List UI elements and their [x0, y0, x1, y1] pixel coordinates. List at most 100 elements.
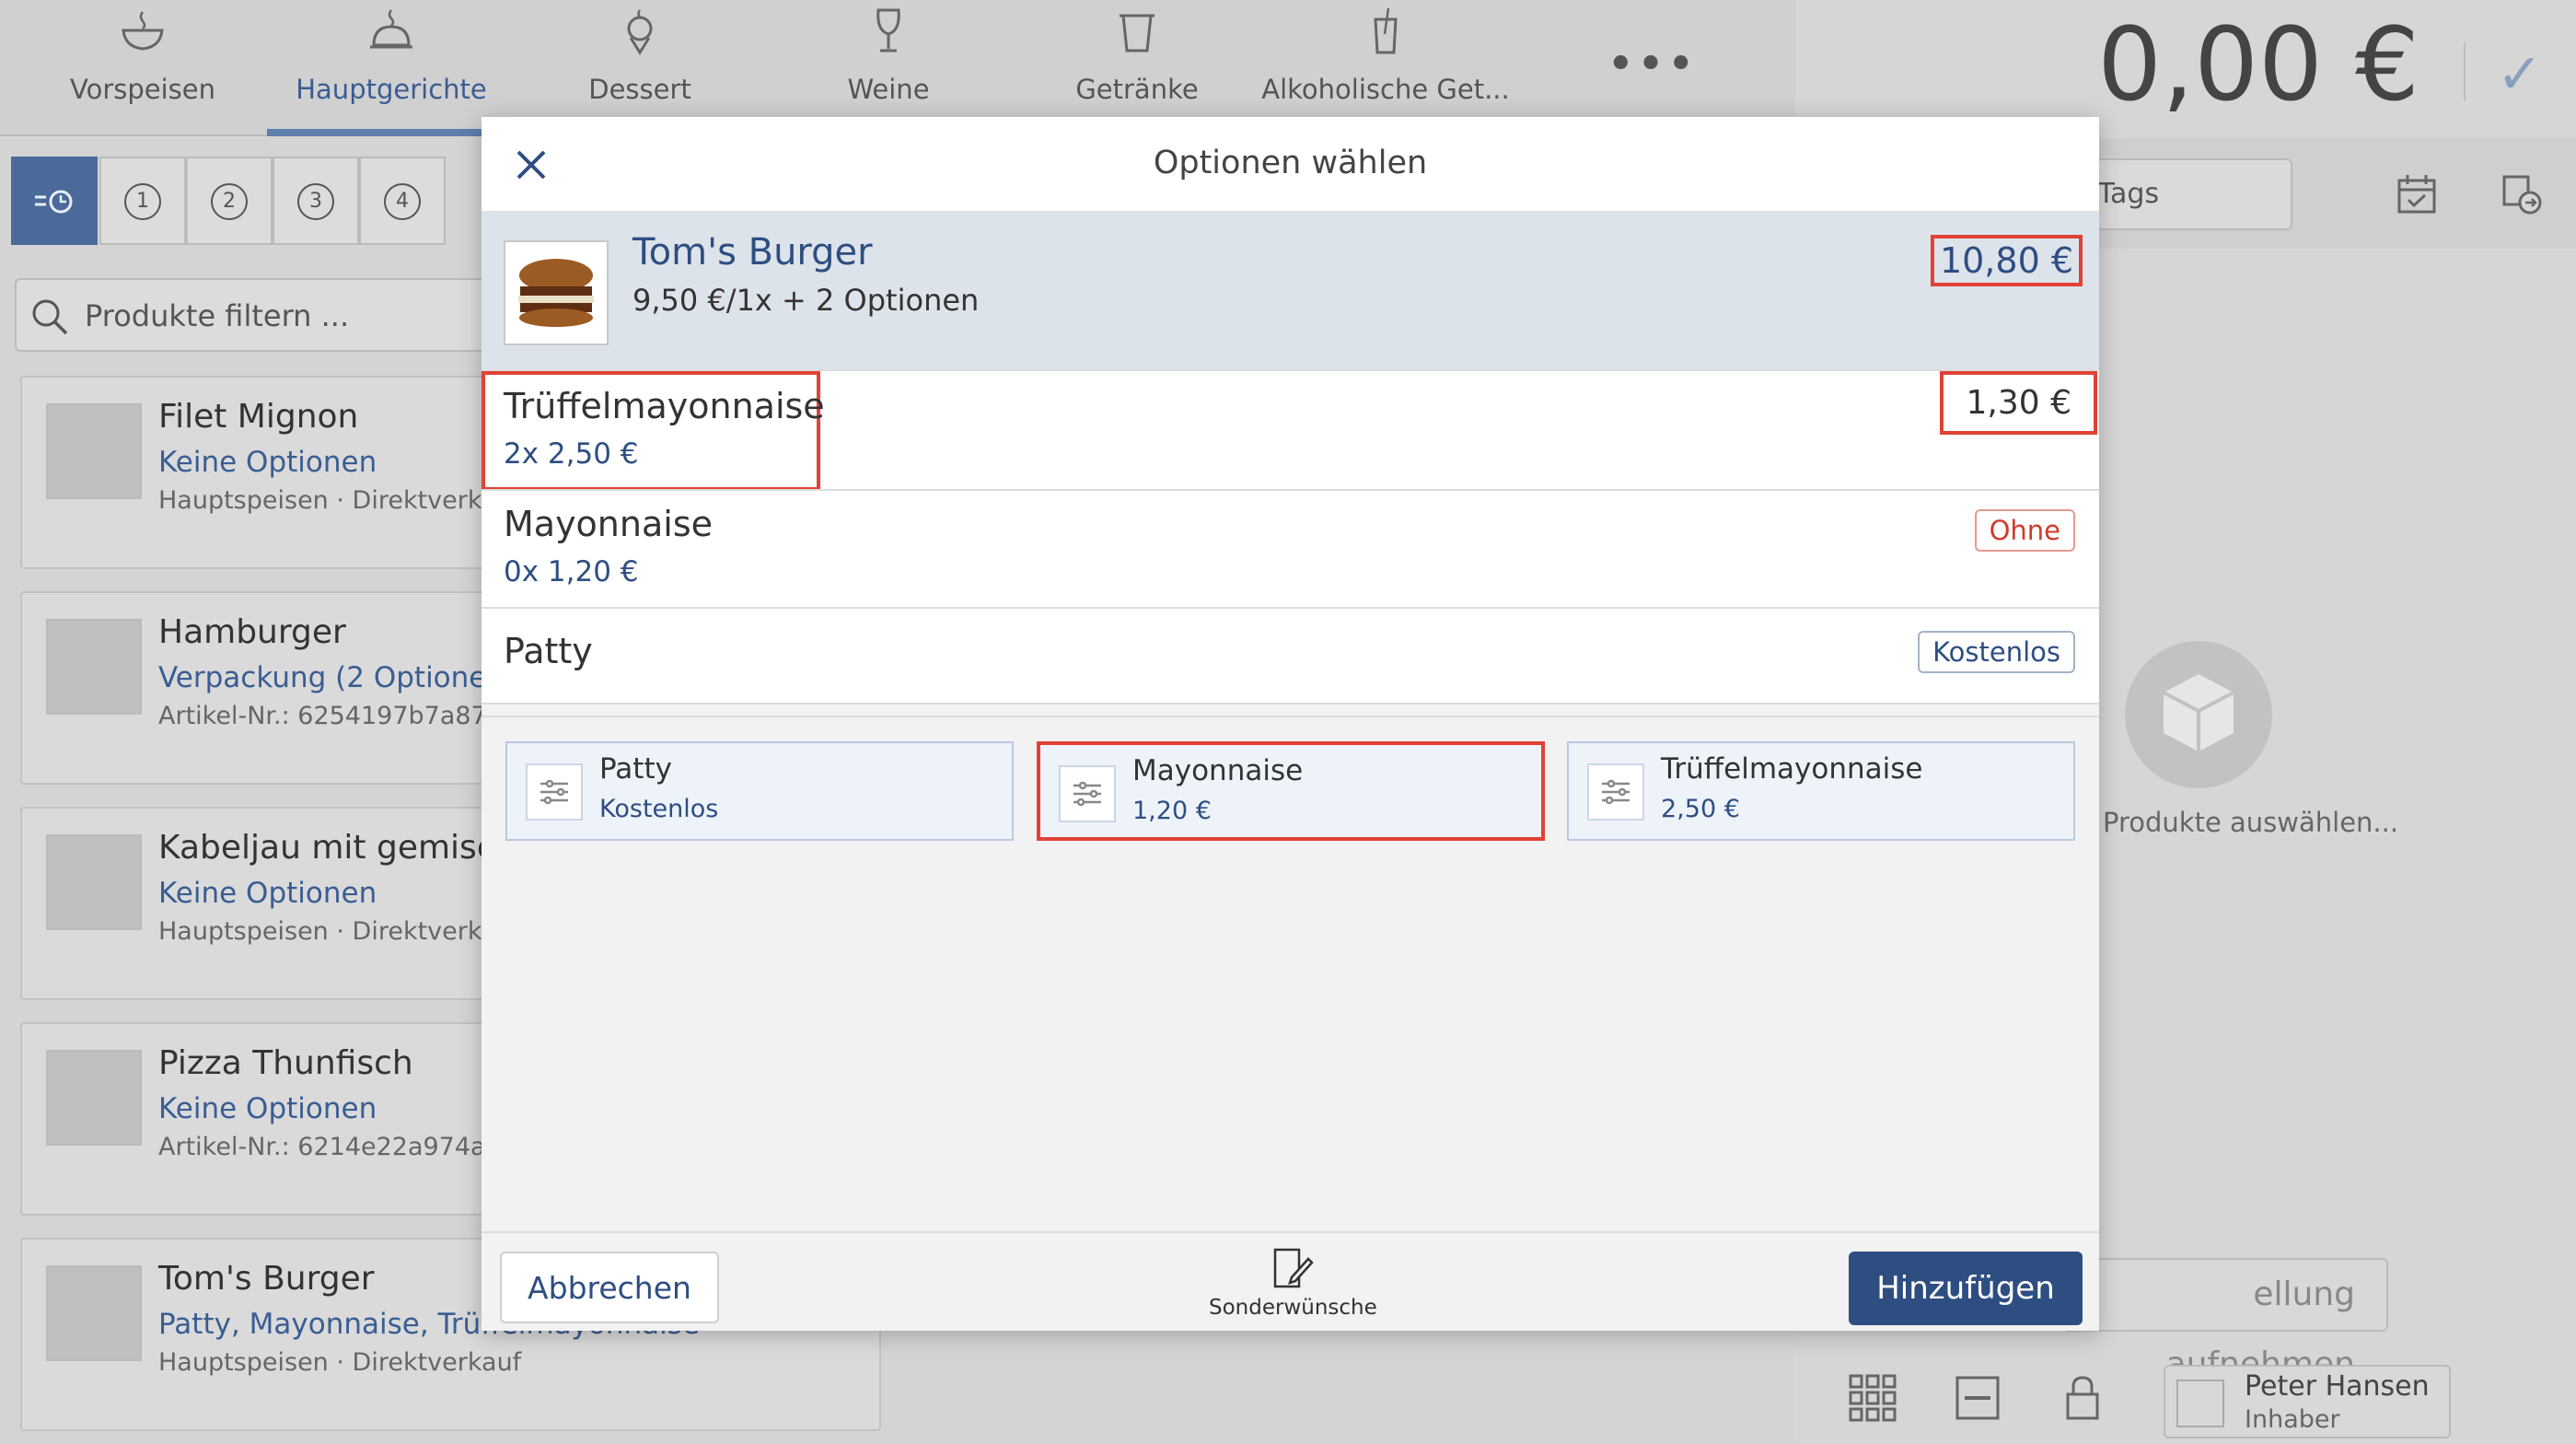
calendar-icon[interactable]	[2394, 171, 2440, 217]
product-total-price: 10,80 €	[1930, 235, 2083, 286]
dialog-title: Optionen wählen	[1153, 145, 1428, 181]
avatar	[2176, 1380, 2224, 1427]
cup-icon	[1013, 0, 1261, 74]
product-name: Filet Mignon	[158, 398, 359, 436]
grid-icon[interactable]	[1847, 1372, 1898, 1424]
product-name: Pizza Thunfisch	[158, 1044, 413, 1082]
product-meta: Artikel-Nr.: 6214e22a974a0c	[158, 1133, 516, 1161]
status-badge: Ohne	[1974, 509, 2075, 552]
note-edit-icon	[1273, 1248, 1314, 1288]
course-1-button[interactable]: 1	[99, 157, 186, 245]
dialog-footer: Abbrechen Sonderwünsche Hinzufügen	[482, 1231, 2099, 1331]
user-name: Peter Hansen	[2245, 1370, 2430, 1403]
product-options: Keine Optionen	[158, 877, 377, 910]
option-row-patty[interactable]: Patty Kostenlos	[482, 607, 2099, 705]
tile-name: Trüffelmayonnaise	[1661, 752, 1923, 786]
product-image	[46, 834, 142, 930]
bowl-icon	[18, 0, 267, 74]
tab-getraenke[interactable]: Getränke	[1013, 0, 1261, 136]
category-bar: Vorspeisen Hauptgerichte Dessert Weine G…	[0, 0, 1795, 136]
minus-icon[interactable]	[1952, 1372, 2003, 1424]
tab-weine[interactable]: Weine	[764, 0, 1013, 136]
cancel-button[interactable]: Abbrechen	[500, 1252, 719, 1323]
option-name: Patty	[504, 631, 593, 671]
tab-alkoholische-getraenke[interactable]: Alkoholische Get...	[1261, 0, 1510, 136]
option-name: Mayonnaise	[504, 504, 713, 544]
product-meta: Artikel-Nr.: 6254197b7a8739	[158, 702, 519, 730]
order-total: 0,00 €	[2097, 6, 2419, 123]
product-name: Hamburger	[158, 613, 346, 651]
user-role: Inhaber	[2245, 1405, 2340, 1434]
product-meta: Hauptspeisen · Direktverkauf	[158, 486, 522, 515]
search-icon	[32, 299, 68, 335]
product-name: Kabeljau mit gemischt	[158, 829, 529, 867]
option-price: 1,30 €	[1940, 371, 2097, 435]
status-badge: Kostenlos	[1918, 631, 2075, 673]
transfer-icon[interactable]	[2499, 171, 2545, 217]
sliders-icon	[1059, 765, 1116, 822]
sliders-icon	[1587, 763, 1644, 821]
dialog-header: Optionen wählen	[482, 117, 2099, 213]
product-options: Verpackung (2 Optionen)	[158, 661, 516, 694]
user-button[interactable]: Peter Hansen Inhaber	[2164, 1365, 2451, 1438]
tile-price: 1,20 €	[1132, 797, 1212, 825]
cloche-icon	[267, 0, 516, 74]
option-row-trueffelmayonnaise[interactable]: Trüffelmayonnaise 2x 2,50 € 1,30 €	[482, 369, 2099, 491]
dessert-icon	[516, 0, 764, 74]
tile-price: Kostenlos	[599, 795, 719, 823]
product-image	[46, 1050, 142, 1146]
wine-glass-icon	[764, 0, 1013, 74]
option-tile-trueffelmayonnaise[interactable]: Trüffelmayonnaise 2,50 €	[1567, 741, 2075, 841]
option-tile-mayonnaise[interactable]: Mayonnaise 1,20 €	[1037, 741, 1545, 841]
product-image	[46, 619, 142, 715]
tab-vorspeisen[interactable]: Vorspeisen	[18, 0, 267, 136]
course-number: 2	[211, 182, 248, 220]
course-number: 4	[384, 182, 421, 220]
product-name: Tom's Burger	[158, 1260, 375, 1298]
course-number: 1	[124, 182, 161, 220]
option-quantity: 2x 2,50 €	[504, 437, 639, 471]
tab-label: Getränke	[1075, 74, 1199, 105]
special-requests-button[interactable]: Sonderwünsche	[1209, 1244, 1377, 1320]
options-dialog: Optionen wählen Tom's Burger 9,50 €/1x +…	[482, 117, 2099, 1331]
tab-dessert[interactable]: Dessert	[516, 0, 764, 136]
take-order-button[interactable]: ellung aufnehmen	[2062, 1258, 2388, 1383]
product-options: Keine Optionen	[158, 446, 377, 479]
option-tiles: Patty Kostenlos Mayonnaise 1,20 € Trüffe…	[482, 716, 2099, 1231]
tab-label: Alkoholische Get...	[1261, 74, 1510, 105]
course-number: 3	[297, 182, 334, 220]
course-2-button[interactable]: 2	[186, 157, 273, 245]
course-all-button[interactable]	[11, 157, 98, 245]
add-button[interactable]: Hinzufügen	[1849, 1252, 2083, 1325]
lock-icon[interactable]	[2057, 1372, 2108, 1424]
empty-cart-icon	[2125, 641, 2272, 788]
product-meta: Hauptspeisen · Direktverkauf	[158, 1348, 522, 1377]
course-3-button[interactable]: 3	[273, 157, 359, 245]
product-price-detail: 9,50 €/1x + 2 Optionen	[632, 283, 980, 318]
empty-cart-text: Produkte auswählen...	[2103, 807, 2399, 838]
product-meta: Hauptspeisen · Direktverkauf	[158, 917, 522, 946]
product-options: Keine Optionen	[158, 1092, 377, 1125]
product-name: Tom's Burger	[632, 231, 873, 274]
tab-label: Hauptgerichte	[296, 74, 487, 105]
option-row-mayonnaise[interactable]: Mayonnaise 0x 1,20 € Ohne	[482, 489, 2099, 607]
option-tile-patty[interactable]: Patty Kostenlos	[505, 741, 1014, 841]
tile-price: 2,50 €	[1661, 795, 1740, 823]
tile-name: Mayonnaise	[1132, 754, 1304, 787]
product-image	[504, 240, 609, 345]
tab-label: Vorspeisen	[70, 74, 215, 105]
cocktail-icon	[1261, 0, 1510, 74]
divider	[2464, 42, 2466, 101]
more-icon[interactable]: •••	[1607, 37, 1697, 92]
special-requests-label: Sonderwünsche	[1209, 1296, 1377, 1320]
tab-hauptgerichte[interactable]: Hauptgerichte	[267, 0, 516, 136]
tile-name: Patty	[599, 752, 672, 786]
option-quantity: 0x 1,20 €	[504, 555, 639, 588]
option-name: Trüffelmayonnaise	[504, 386, 825, 426]
tab-label: Dessert	[588, 74, 691, 105]
product-image	[46, 403, 142, 499]
tab-label: Weine	[847, 74, 930, 105]
product-image	[46, 1265, 142, 1361]
checkmark-icon[interactable]: ✓	[2497, 42, 2543, 107]
course-4-button[interactable]: 4	[359, 157, 446, 245]
